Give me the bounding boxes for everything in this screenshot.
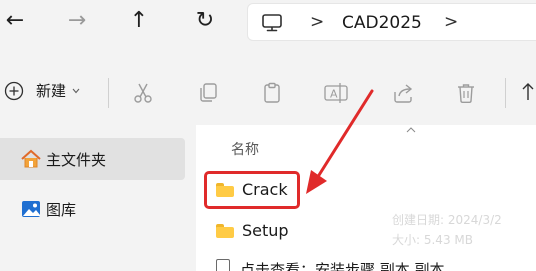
- annotation-arrow: [306, 89, 374, 194]
